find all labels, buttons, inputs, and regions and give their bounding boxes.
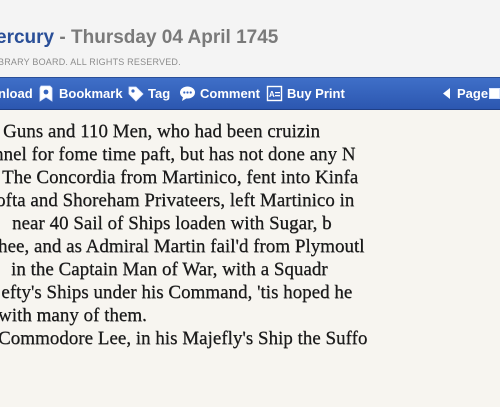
page-title: ercury - Thursday 04 April 1745: [0, 27, 278, 49]
action-toolbar: nload Bookmark Tag Comment A Buy Print P…: [0, 77, 500, 110]
buy-print-label: Buy Print: [287, 86, 345, 101]
publication-name: ercury: [0, 27, 55, 48]
download-label: nload: [0, 86, 33, 101]
tag-label: Tag: [148, 86, 171, 101]
comment-icon: [179, 85, 196, 102]
tag-button[interactable]: Tag: [127, 78, 170, 109]
print-icon: A: [266, 85, 283, 102]
article-line: jefty's Ships under his Command, 'tis ho…: [0, 282, 353, 303]
copyright-notice: BRARY BOARD. ALL RIGHTS RESERVED.: [0, 57, 181, 67]
bookmark-button[interactable]: Bookmark: [38, 78, 123, 109]
comment-label: Comment: [200, 86, 260, 101]
chevron-left-icon: [440, 85, 453, 102]
article-line: Guns and 110 Men, who had been cruizin: [3, 121, 320, 142]
article-line: ofta and Shoreham Privateers, left Marti…: [0, 190, 355, 211]
download-button[interactable]: nload: [0, 78, 33, 109]
page-select-box: [489, 88, 500, 99]
page-nav-button[interactable]: Page: [440, 78, 488, 109]
page-select-button[interactable]: [489, 78, 500, 109]
newspaper-viewer: ercury - Thursday 04 April 1745 BRARY BO…: [0, 0, 500, 407]
article-line: with many of them.: [0, 305, 147, 326]
article-line: The Concordia from Martinico, fent into …: [2, 167, 359, 188]
article-cutoff-line: [90, 110, 94, 118]
page-header: ercury - Thursday 04 April 1745 BRARY BO…: [0, 0, 500, 78]
article-line: in the Captain Man of War, with a Squadr: [11, 259, 328, 280]
title-separator: -: [54, 27, 71, 48]
article-line-partial: [18, 352, 23, 371]
page-label: Page: [457, 86, 489, 101]
newspaper-scan: Guns and 110 Men, who had been cruizin n…: [0, 110, 500, 407]
svg-text:A: A: [269, 90, 275, 99]
bookmark-icon: [38, 85, 55, 102]
issue-date: Thursday 04 April 1745: [71, 27, 279, 48]
bookmark-label: Bookmark: [59, 86, 123, 101]
article-line: near 40 Sail of Ships loaden with Sugar,…: [12, 213, 332, 234]
article-line: Commodore Lee, in his Majefly's Ship the…: [0, 328, 368, 349]
article-line: nnel for fome time paft, but has not don…: [0, 144, 356, 165]
article-line: hee, and as Admiral Martin fail'd from P…: [0, 236, 365, 257]
buy-print-button[interactable]: A Buy Print: [266, 78, 345, 109]
tag-icon: [127, 85, 144, 102]
comment-button[interactable]: Comment: [179, 78, 260, 109]
